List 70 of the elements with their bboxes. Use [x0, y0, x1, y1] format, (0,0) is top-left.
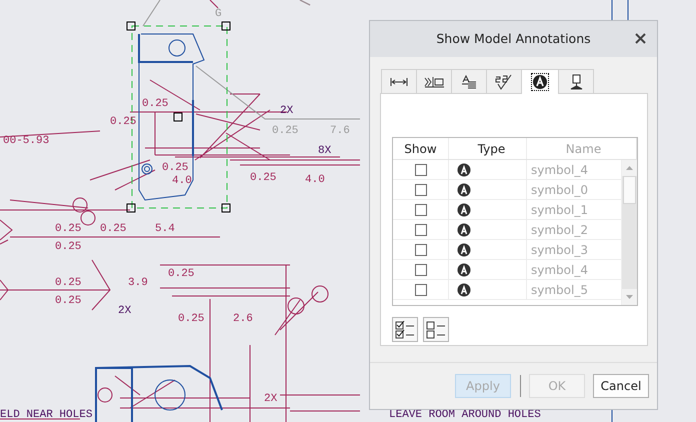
toolbar-tab[interactable]: [381, 69, 417, 93]
unchecked-list-icon: [426, 320, 446, 338]
dimension-label: 0.25: [168, 268, 194, 280]
table-cell-text: symbol_5: [530, 282, 589, 299]
clear-all-button[interactable]: [423, 317, 449, 342]
note-icon: [461, 74, 477, 88]
window-title: Show Model Annotations: [436, 30, 591, 48]
checkbox[interactable]: [414, 164, 426, 176]
symbol-icon: [457, 182, 471, 196]
dimension-label: 0.25: [178, 313, 204, 325]
table-cell-text: symbol_0: [530, 182, 589, 199]
dialog-button[interactable]: Cancel: [593, 374, 649, 398]
dimension-label: 0.25: [55, 241, 82, 253]
datum-feature-icon: [424, 76, 444, 88]
table-cell-text: symbol_4: [530, 262, 589, 279]
checkbox[interactable]: [414, 244, 426, 256]
column-header[interactable]: Show: [393, 138, 449, 159]
scrollbar-thumb[interactable]: [623, 176, 636, 204]
dimension-label: 0.25: [272, 125, 298, 137]
dimension-label: 3.9: [128, 277, 148, 289]
dimension-label: 4.0: [172, 175, 192, 187]
dimension-label: G: [215, 8, 222, 20]
close-button[interactable]: [635, 33, 647, 45]
dimension-label: 2X: [118, 305, 132, 317]
dimension-icon: [390, 76, 408, 86]
symbol-icon: [457, 262, 471, 276]
dimension-label: 0.25: [55, 223, 82, 235]
checkbox[interactable]: [414, 264, 426, 276]
arrow-down-icon: [626, 295, 633, 299]
dimension-label: 0.25: [100, 223, 126, 235]
symbol-icon: [457, 202, 471, 216]
dimension-label: 00-5.93: [3, 135, 50, 147]
table-cell-text: symbol_1: [530, 202, 589, 219]
symbol-icon: [532, 74, 548, 90]
dimension-label: 0.25: [162, 162, 188, 174]
dimension-label: 5.4: [155, 223, 175, 235]
checked-list-icon: [395, 320, 415, 338]
checkbox[interactable]: [414, 224, 426, 236]
dimension-label: LEAVE ROOM AROUND HOLES: [389, 409, 541, 421]
dimension-label: 0.25: [55, 295, 82, 307]
arrow-up-icon: [626, 166, 633, 170]
surface-finish-icon: [495, 74, 513, 90]
dimension-label: 2X: [280, 105, 294, 117]
datum-target-icon: [569, 74, 583, 90]
dimension-label: 0.25: [55, 277, 82, 289]
scrollbar[interactable]: [621, 160, 637, 305]
dimension-label: 2X: [264, 393, 278, 405]
symbol-icon: [457, 242, 471, 256]
dimension-label: 4.0: [305, 174, 325, 186]
dimension-label: ELD NEAR HOLES: [0, 409, 92, 421]
select-all-button[interactable]: [392, 317, 418, 342]
checkbox[interactable]: [414, 204, 426, 216]
symbol-icon: [457, 282, 471, 296]
table-cell-text: symbol_2: [530, 222, 589, 239]
dimension-label: 0.25: [142, 98, 168, 110]
checkbox[interactable]: [414, 184, 426, 196]
dimension-label: 8X: [318, 145, 332, 157]
toolbar-tab[interactable]: [558, 69, 594, 93]
symbol-icon: [457, 162, 471, 176]
symbol-icon: [457, 222, 471, 236]
table-cell-text: symbol_4: [530, 162, 589, 179]
toolbar-tab[interactable]: [521, 69, 559, 94]
frame-line: [612, 0, 628, 20]
dimension-label: 7.6: [330, 125, 350, 137]
checkbox[interactable]: [414, 284, 426, 296]
dimension-label: 2.6: [233, 313, 253, 325]
table-cell-text: symbol_3: [530, 242, 589, 259]
toolbar-tab[interactable]: [486, 69, 522, 93]
column-header[interactable]: Type: [449, 138, 527, 159]
dimension-label: 0.25: [250, 172, 276, 184]
